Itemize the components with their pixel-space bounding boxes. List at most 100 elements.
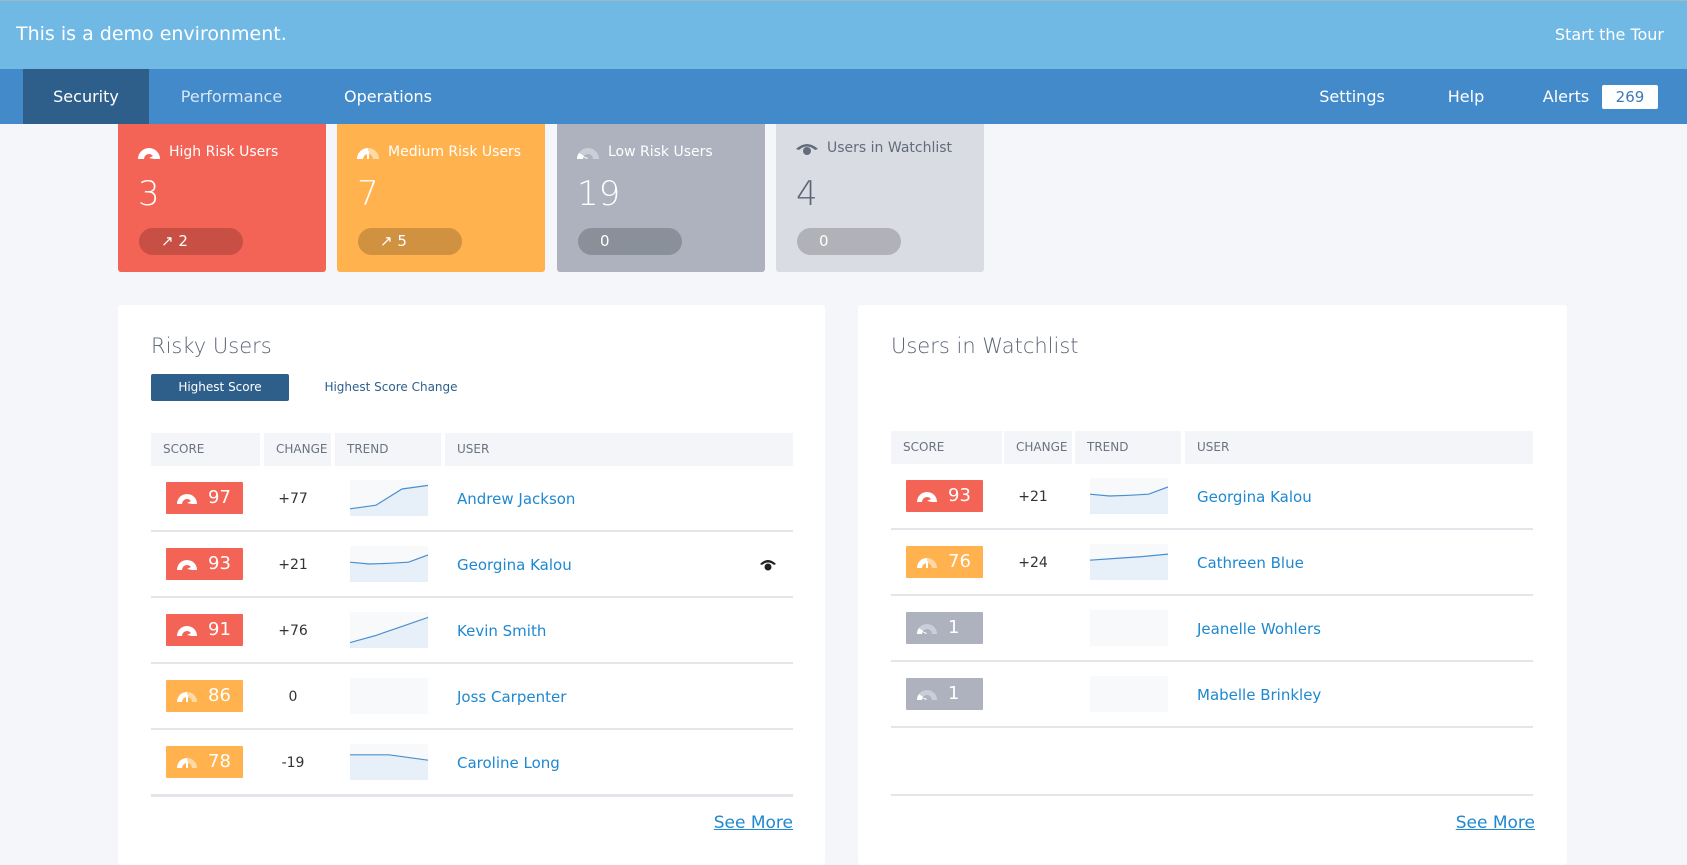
column-header-score[interactable]: SCORE <box>891 431 1002 464</box>
trend-chart <box>1090 544 1168 580</box>
table-row[interactable]: 1 Mabelle Brinkley <box>891 662 1533 728</box>
table-row[interactable]: 93 +21 Georgina Kalou <box>151 532 793 598</box>
start-tour-link[interactable]: Start the Tour <box>1555 25 1664 44</box>
table-row[interactable]: 1 Jeanelle Wohlers <box>891 596 1533 662</box>
card-low-risk-users[interactable]: Low Risk Users 19 0 <box>557 124 765 272</box>
user-link[interactable]: Kevin Smith <box>457 598 546 664</box>
demo-banner-text: This is a demo environment. <box>16 23 287 45</box>
score-badge: 93 <box>906 480 983 512</box>
alerts-count-badge[interactable]: 269 <box>1602 85 1658 109</box>
table-row[interactable]: 91 +76 Kevin Smith <box>151 598 793 664</box>
score-badge: 78 <box>166 746 243 778</box>
card-change-pill: ↗ 5 <box>358 228 462 255</box>
column-header-user[interactable]: USER <box>1185 431 1533 464</box>
gauge-high-icon <box>138 148 160 159</box>
card-change-value: 5 <box>397 232 407 250</box>
help-link[interactable]: Help <box>1420 69 1512 124</box>
column-header-user[interactable]: USER <box>445 433 793 466</box>
trend-chart <box>350 612 428 648</box>
main-nav: Security Performance Operations Settings… <box>0 69 1687 124</box>
table-header: SCORE CHANGE TREND USER <box>891 431 1533 464</box>
tab-highest-score[interactable]: Highest Score <box>151 374 289 401</box>
score-badge: 86 <box>166 680 243 712</box>
score-change: 0 <box>288 689 298 705</box>
card-medium-risk-users[interactable]: Medium Risk Users 7 ↗ 5 <box>337 124 545 272</box>
user-link[interactable]: Caroline Long <box>457 730 560 796</box>
card-change-value: 2 <box>178 232 188 250</box>
demo-banner: This is a demo environment. Start the To… <box>0 0 1687 69</box>
column-header-score[interactable]: SCORE <box>151 433 260 466</box>
gauge-high-icon <box>917 492 937 502</box>
score-badge: 91 <box>166 614 243 646</box>
table-row[interactable]: 97 +77 Andrew Jackson <box>151 466 793 532</box>
user-link[interactable]: Joss Carpenter <box>457 664 566 730</box>
user-link[interactable]: Cathreen Blue <box>1197 530 1304 596</box>
trend-chart <box>350 744 428 780</box>
user-link[interactable]: Jeanelle Wohlers <box>1197 596 1321 662</box>
tab-security[interactable]: Security <box>23 69 149 124</box>
watchlist-see-more-link[interactable]: See More <box>1456 813 1535 833</box>
table-header: SCORE CHANGE TREND USER <box>151 433 793 466</box>
trend-sparkline <box>350 616 428 648</box>
tab-highest-score-change[interactable]: Highest Score Change <box>306 374 476 401</box>
score-value: 78 <box>208 751 231 772</box>
score-change: +21 <box>278 557 308 573</box>
score-badge: 93 <box>166 548 243 580</box>
gauge-high-icon <box>177 626 197 636</box>
trend-sparkline <box>350 484 428 516</box>
trend-up-icon: ↗ <box>380 232 393 250</box>
gauge-low-icon <box>917 690 937 700</box>
trend-area <box>350 485 428 516</box>
card-title: High Risk Users <box>169 144 279 160</box>
gauge-low-icon <box>577 148 599 159</box>
trend-chart <box>1090 610 1168 646</box>
score-change: +76 <box>278 623 308 639</box>
user-link[interactable]: Andrew Jackson <box>457 466 575 532</box>
risky-users-panel: Risky Users Highest Score Highest Score … <box>118 305 825 865</box>
panel-title: Risky Users <box>151 334 272 358</box>
score-badge: 1 <box>906 678 983 710</box>
card-high-risk-users[interactable]: High Risk Users 3 ↗ 2 <box>118 124 326 272</box>
card-count: 3 <box>138 174 160 214</box>
trend-chart <box>1090 478 1168 514</box>
score-change: +77 <box>278 491 308 507</box>
card-count: 7 <box>357 174 379 214</box>
trend-sparkline <box>350 554 428 582</box>
alerts-link[interactable]: Alerts <box>1536 69 1596 124</box>
risky-users-see-more-link[interactable]: See More <box>714 813 793 833</box>
column-header-change[interactable]: CHANGE <box>1004 431 1072 464</box>
card-change-pill: ↗ 2 <box>139 228 243 255</box>
table-row[interactable]: 86 0 Joss Carpenter <box>151 664 793 730</box>
divider <box>891 794 1533 796</box>
watchlist-panel: Users in Watchlist SCORE CHANGE TREND US… <box>858 305 1567 865</box>
score-value: 76 <box>948 551 971 572</box>
card-count: 19 <box>577 174 621 214</box>
watchlist-eye-icon[interactable] <box>759 558 777 572</box>
trend-up-icon: ↗ <box>161 232 174 250</box>
column-header-change[interactable]: CHANGE <box>264 433 331 466</box>
gauge-high-icon <box>177 560 197 570</box>
card-title: Users in Watchlist <box>827 140 953 156</box>
score-value: 93 <box>948 485 971 506</box>
user-link[interactable]: Georgina Kalou <box>457 532 572 598</box>
tab-operations[interactable]: Operations <box>314 69 462 124</box>
eye-icon <box>796 144 818 155</box>
column-header-trend: TREND <box>1075 431 1181 464</box>
card-change-pill: 0 <box>578 228 682 255</box>
trend-chart <box>350 480 428 516</box>
table-row[interactable]: 76 +24 Cathreen Blue <box>891 530 1533 596</box>
card-title: Low Risk Users <box>608 144 713 160</box>
card-change-value: 0 <box>600 232 610 250</box>
user-link[interactable]: Georgina Kalou <box>1197 464 1312 530</box>
gauge-high-icon <box>177 494 197 504</box>
trend-sparkline <box>350 754 428 780</box>
settings-link[interactable]: Settings <box>1298 69 1406 124</box>
table-row[interactable]: 93 +21 Georgina Kalou <box>891 464 1533 530</box>
card-users-in-watchlist[interactable]: Users in Watchlist 4 0 <box>776 124 984 272</box>
trend-chart <box>350 546 428 582</box>
score-change: +21 <box>1018 489 1048 505</box>
tab-performance[interactable]: Performance <box>149 69 314 124</box>
user-link[interactable]: Mabelle Brinkley <box>1197 662 1321 728</box>
score-value: 91 <box>208 619 231 640</box>
table-row[interactable]: 78 -19 Caroline Long <box>151 730 793 796</box>
